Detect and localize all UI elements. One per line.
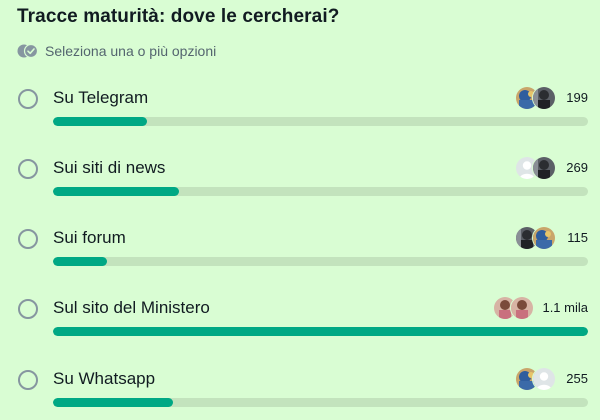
- progress-track: [53, 327, 588, 336]
- progress-track: [53, 117, 588, 126]
- vote-count[interactable]: 269: [566, 160, 588, 175]
- photo-avatar-dark: [532, 156, 556, 180]
- radio-button[interactable]: [18, 89, 38, 109]
- radio-button[interactable]: [18, 299, 38, 319]
- poll-option-label: Sui siti di news: [53, 158, 166, 177]
- photo-avatar-pink: [510, 296, 534, 320]
- poll-option[interactable]: Sui forum 115: [0, 219, 600, 279]
- poll-option-label: Su Telegram: [53, 88, 149, 107]
- photo-avatar-blue: [532, 226, 556, 250]
- radio-button[interactable]: [18, 370, 38, 390]
- progress-track: [53, 257, 588, 266]
- progress-track: [53, 398, 588, 407]
- radio-button[interactable]: [18, 159, 38, 179]
- vote-count[interactable]: 115: [567, 230, 588, 245]
- progress-fill: [53, 117, 147, 126]
- voter-avatars[interactable]: [493, 296, 534, 320]
- poll-option-label: Sui forum: [53, 228, 126, 247]
- poll-option[interactable]: Sui siti di news 269: [0, 149, 600, 209]
- poll-option[interactable]: Sul sito del Ministero 1.1 mila: [0, 289, 600, 349]
- poll-question: Tracce maturità: dove le cercherai?: [17, 6, 340, 27]
- default-avatar: [532, 367, 556, 391]
- vote-count[interactable]: 199: [566, 90, 588, 105]
- poll-hint: Seleziona una o più opzioni: [17, 42, 216, 60]
- progress-fill: [53, 257, 107, 266]
- poll-hint-text: Seleziona una o più opzioni: [45, 43, 217, 59]
- poll-option-label: Sul sito del Ministero: [53, 298, 210, 317]
- photo-avatar-dark: [532, 86, 556, 110]
- progress-track: [53, 187, 588, 196]
- progress-fill: [53, 398, 174, 407]
- poll-option[interactable]: Su Whatsapp 255: [0, 360, 600, 420]
- progress-fill: [53, 327, 588, 336]
- progress-fill: [53, 187, 179, 196]
- voter-avatars[interactable]: [515, 86, 556, 110]
- voter-avatars[interactable]: [515, 367, 556, 391]
- radio-button[interactable]: [18, 229, 38, 249]
- vote-count[interactable]: 1.1 mila: [542, 300, 588, 315]
- poll-option[interactable]: Su Telegram 199: [0, 79, 600, 139]
- poll-card: Tracce maturità: dove le cercherai? Sele…: [0, 0, 600, 407]
- double-check-icon: [17, 44, 39, 58]
- voter-avatars[interactable]: [515, 156, 556, 180]
- vote-count[interactable]: 255: [566, 371, 588, 386]
- poll-option-label: Su Whatsapp: [53, 369, 156, 388]
- voter-avatars[interactable]: [515, 226, 556, 250]
